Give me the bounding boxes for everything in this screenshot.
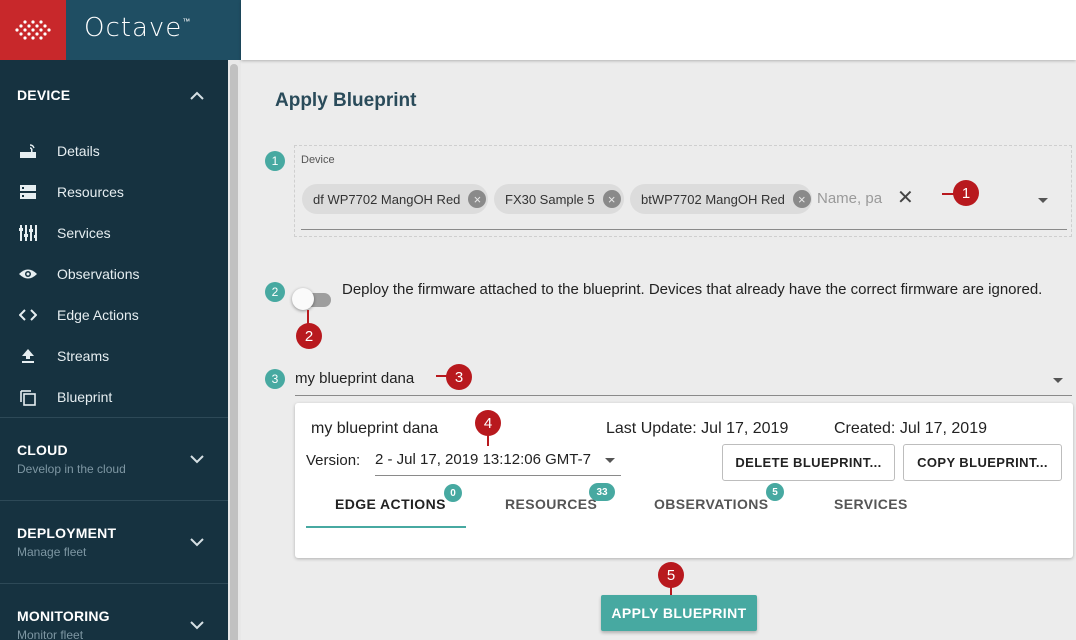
chevron-down-icon: [190, 451, 204, 467]
sidebar-item-streams[interactable]: Streams: [0, 335, 228, 376]
section-subtitle: Develop in the cloud: [17, 462, 126, 476]
tab-services[interactable]: SERVICES: [834, 496, 908, 512]
chip-label: FX30 Sample 5: [505, 191, 595, 207]
eye-icon: [18, 264, 38, 284]
sidebar-section-cloud[interactable]: CLOUD Develop in the cloud: [0, 418, 228, 500]
callout-leader: [307, 310, 309, 324]
apply-blueprint-button[interactable]: APPLY BLUEPRINT: [601, 595, 757, 631]
sidebar-item-services[interactable]: Services: [0, 212, 228, 253]
delete-blueprint-button[interactable]: DELETE BLUEPRINT...: [722, 444, 895, 481]
sidebar-item-edge-actions[interactable]: Edge Actions: [0, 294, 228, 335]
device-chip[interactable]: df WP7702 MangOH Red ×: [302, 184, 488, 214]
brand-header: Octave™: [0, 0, 241, 60]
clear-icon[interactable]: ✕: [897, 188, 914, 208]
blueprint-dropdown-caret-icon[interactable]: [1053, 378, 1063, 383]
tab-badge: 5: [766, 483, 784, 501]
firmware-toggle-knob[interactable]: [292, 288, 314, 310]
top-bar: [241, 0, 1076, 60]
sidebar: DEVICE Details Resources Services Observ…: [0, 60, 228, 640]
sidebar-item-label: Blueprint: [57, 388, 113, 405]
section-title: MONITORING: [17, 608, 110, 624]
tab-badge: 0: [444, 484, 462, 502]
created-date: Created: Jul 17, 2019: [834, 420, 987, 437]
sidebar-section-deployment[interactable]: DEPLOYMENT Manage fleet: [0, 501, 228, 583]
sidebar-item-observations[interactable]: Observations: [0, 253, 228, 294]
step-badge-1: 1: [265, 151, 285, 171]
sidebar-item-details[interactable]: Details: [0, 130, 228, 171]
sidebar-item-label: Edge Actions: [57, 306, 139, 323]
chip-label: df WP7702 MangOH Red: [313, 191, 461, 207]
chip-remove-icon[interactable]: ×: [468, 190, 487, 208]
device-field-label: Device: [301, 154, 335, 166]
tab-resources[interactable]: RESOURCES: [505, 496, 597, 512]
chip-remove-icon[interactable]: ×: [602, 190, 621, 208]
logo-icon[interactable]: [0, 0, 66, 60]
sliders-icon: [18, 223, 38, 243]
scrollbar-thumb[interactable]: [230, 64, 238, 640]
callout-5: 5: [658, 562, 684, 588]
step-badge-3: 3: [265, 369, 285, 389]
version-select[interactable]: 2 - Jul 17, 2019 13:12:06 GMT-7: [375, 451, 591, 468]
section-subtitle: Monitor fleet: [17, 628, 84, 640]
blueprint-name: my blueprint dana: [311, 420, 439, 437]
callout-1: 1: [953, 180, 979, 206]
brand-name[interactable]: Octave™: [66, 0, 191, 60]
firmware-description: Deploy the firmware attached to the blue…: [342, 281, 1043, 298]
callout-2: 2: [296, 323, 322, 349]
sidebar-item-label: Services: [57, 224, 111, 241]
router-icon: [18, 141, 38, 161]
device-field-underline: [301, 229, 1067, 230]
step-badge-2: 2: [265, 282, 285, 302]
sidebar-item-blueprint[interactable]: Blueprint: [0, 376, 228, 417]
blueprint-select-underline: [295, 395, 1072, 396]
version-label: Version:: [306, 452, 361, 469]
section-title: DEPLOYMENT: [17, 525, 117, 541]
tab-badge: 33: [589, 483, 615, 501]
sidebar-scrollbar[interactable]: [228, 60, 241, 640]
chevron-down-icon: [190, 617, 204, 633]
copy-icon: [18, 387, 38, 407]
chevron-down-icon: [190, 534, 204, 550]
sidebar-item-resources[interactable]: Resources: [0, 171, 228, 212]
tab-observations[interactable]: OBSERVATIONS: [654, 496, 768, 512]
chip-remove-icon[interactable]: ×: [792, 190, 811, 208]
sidebar-item-label: Details: [57, 142, 100, 159]
sidebar-item-label: Resources: [57, 183, 124, 200]
device-dropdown-caret-icon[interactable]: [1038, 198, 1048, 203]
device-chip[interactable]: FX30 Sample 5 ×: [494, 184, 624, 214]
sidebar-section-device[interactable]: DEVICE: [0, 60, 228, 130]
sidebar-item-label: Streams: [57, 347, 110, 364]
storage-icon: [18, 182, 38, 202]
code-icon: [18, 305, 38, 325]
device-chip[interactable]: btWP7702 MangOH Red ×: [630, 184, 812, 214]
sidebar-section-monitoring[interactable]: MONITORING Monitor fleet: [0, 584, 228, 640]
callout-4: 4: [475, 410, 501, 436]
callout-3: 3: [446, 364, 472, 390]
page-title: Apply Blueprint: [275, 90, 417, 111]
section-subtitle: Manage fleet: [17, 545, 87, 559]
sidebar-item-label: Observations: [57, 265, 140, 282]
version-select-underline: [375, 475, 621, 476]
device-search-input[interactable]: [817, 186, 887, 210]
chip-label: btWP7702 MangOH Red: [641, 191, 785, 207]
last-update: Last Update: Jul 17, 2019: [606, 420, 789, 437]
version-dropdown-caret-icon[interactable]: [605, 458, 615, 463]
blueprint-select[interactable]: my blueprint dana: [295, 370, 414, 387]
section-title: DEVICE: [17, 87, 71, 103]
chevron-up-icon: [190, 87, 204, 103]
tab-edge-actions[interactable]: EDGE ACTIONS: [335, 496, 446, 512]
active-tab-indicator: [306, 526, 466, 528]
upload-icon: [18, 346, 38, 366]
copy-blueprint-button[interactable]: COPY BLUEPRINT...: [903, 444, 1062, 481]
section-title: CLOUD: [17, 442, 68, 458]
